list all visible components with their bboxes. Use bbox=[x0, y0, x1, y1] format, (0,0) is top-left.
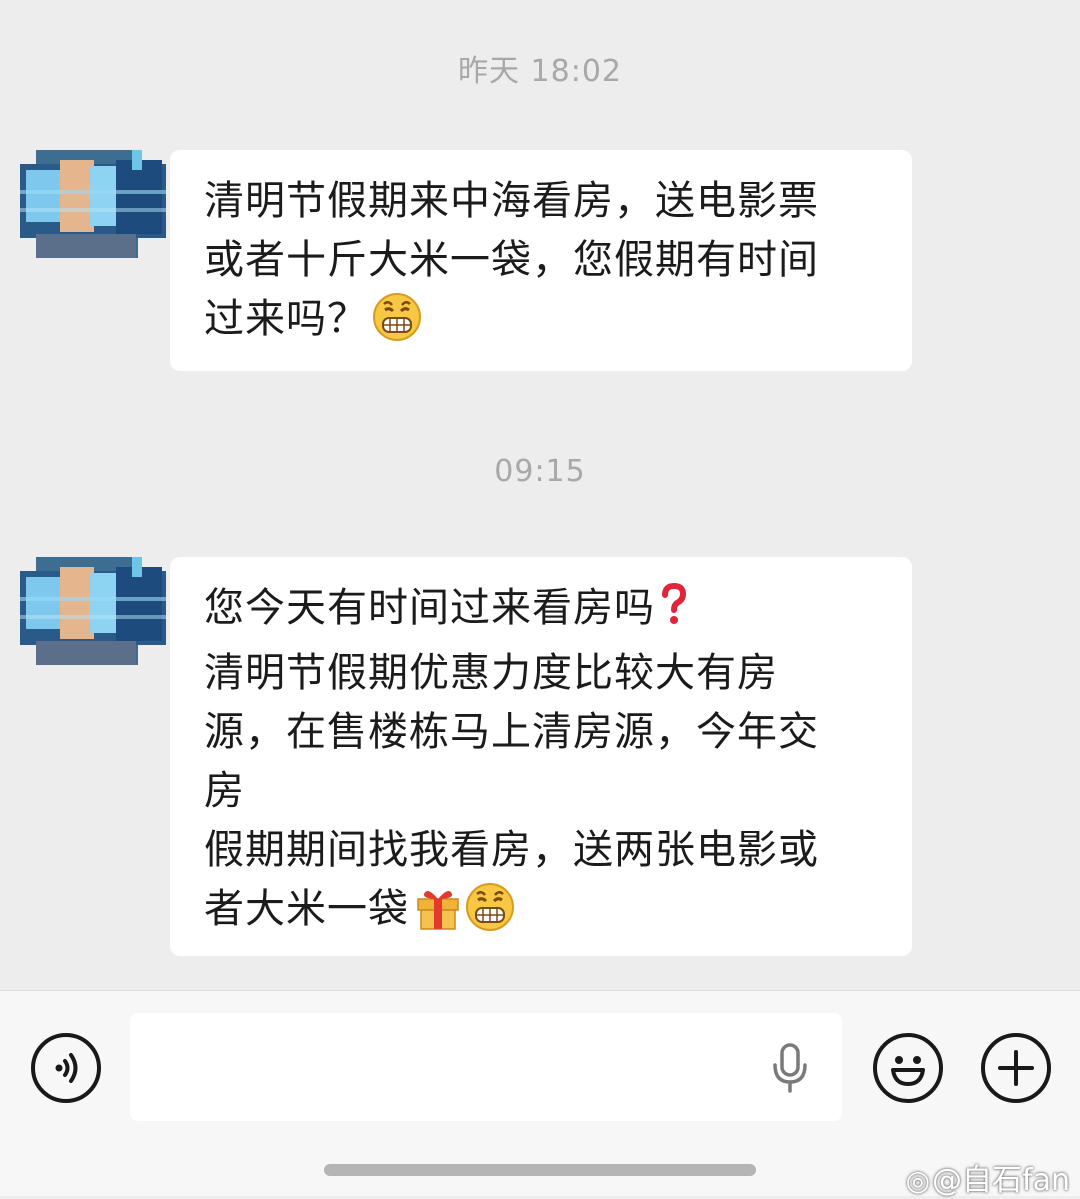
emoji-button[interactable] bbox=[873, 1033, 943, 1103]
avatar[interactable] bbox=[20, 150, 166, 258]
add-button[interactable] bbox=[981, 1033, 1051, 1103]
red-question-mark-emoji bbox=[659, 582, 689, 644]
watermark: ◎@自石fan bbox=[906, 1155, 1070, 1199]
avatar[interactable] bbox=[20, 557, 166, 665]
timestamp: 09:15 bbox=[494, 454, 586, 489]
grin-emoji bbox=[465, 882, 515, 949]
message-bubble[interactable]: 清明节假期来中海看房，送电影票 或者十斤大米一袋，您假期有时间 过来吗？ bbox=[170, 150, 912, 371]
message-text: 清明节假期来中海看房，送电影票 或者十斤大米一袋，您假期有时间 过来吗？ bbox=[204, 178, 819, 342]
microphone-icon[interactable] bbox=[770, 1043, 810, 1097]
message-input[interactable] bbox=[130, 1013, 842, 1121]
message-bubble[interactable]: 您今天有时间过来看房吗 清明节假期优惠力度比较大有房 源，在售楼栋马上清房源，今… bbox=[170, 557, 912, 956]
timestamp: 昨天 18:02 bbox=[458, 54, 622, 89]
input-bar: ◎@自石fan bbox=[0, 990, 1080, 1199]
voice-toggle-icon bbox=[35, 1037, 97, 1103]
smiley-icon bbox=[877, 1037, 939, 1103]
chat-area: 昨天 18:02 清明节假期来中海看房，送电影票 或者十斤大米一袋，您假期有时间… bbox=[0, 0, 1080, 990]
plus-icon bbox=[985, 1037, 1047, 1103]
home-indicator[interactable] bbox=[324, 1164, 756, 1176]
message-text: 您今天有时间过来看房吗 bbox=[204, 585, 655, 631]
gift-emoji bbox=[413, 882, 463, 949]
weibo-icon: ◎ bbox=[905, 1164, 931, 1197]
voice-toggle-button[interactable] bbox=[31, 1033, 101, 1103]
grin-emoji bbox=[372, 292, 422, 359]
watermark-text: @自石fan bbox=[932, 1163, 1070, 1198]
